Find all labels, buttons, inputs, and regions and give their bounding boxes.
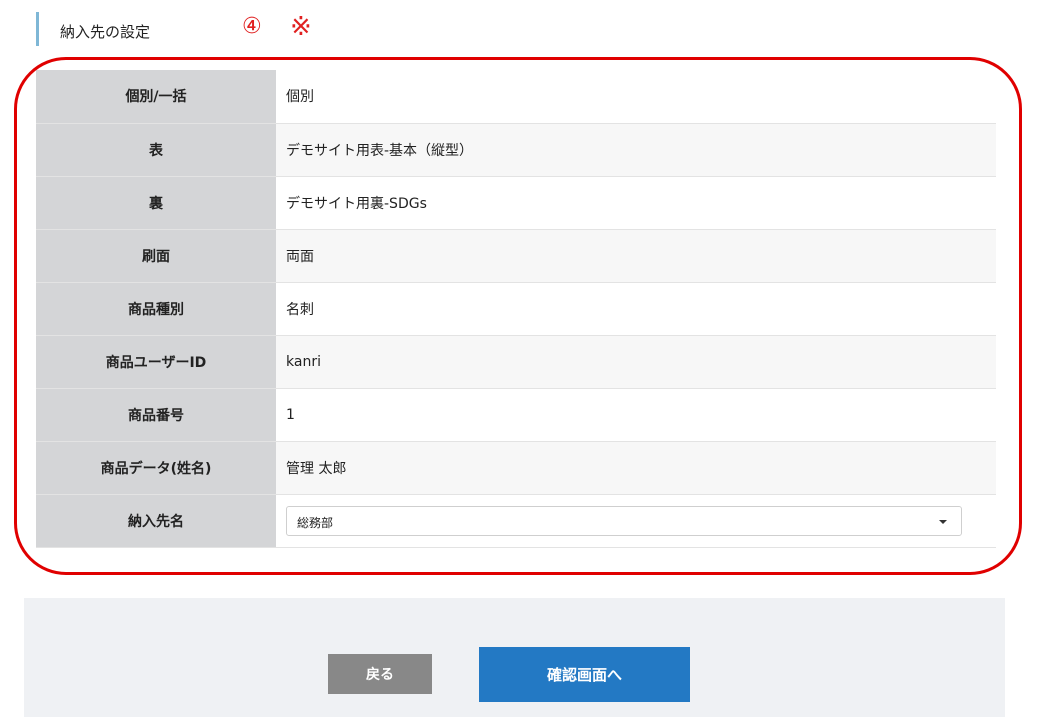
row-label-product-data-name: 商品データ(姓名) bbox=[36, 441, 276, 495]
row-label-print-side: 刷面 bbox=[36, 229, 276, 283]
table-row: 商品種別 名刺 bbox=[36, 282, 996, 336]
row-value-individual-bulk: 個別 bbox=[276, 70, 996, 124]
row-value-front: デモサイト用表-基本（縦型） bbox=[276, 123, 996, 177]
row-value-destination: 総務部 bbox=[276, 494, 996, 548]
section-title: 納入先の設定 bbox=[60, 23, 151, 41]
annotation-mark: ※ bbox=[290, 12, 312, 42]
confirm-button[interactable]: 確認画面へ bbox=[479, 647, 690, 702]
row-label-product-type: 商品種別 bbox=[36, 282, 276, 336]
annotation-number: ④ bbox=[242, 14, 262, 39]
row-value-product-user-id: kanri bbox=[276, 335, 996, 389]
table-row: 商品ユーザーID kanri bbox=[36, 335, 996, 389]
section-header: 納入先の設定 ④ ※ bbox=[36, 10, 436, 46]
table-row: 商品データ(姓名) 管理 太郎 bbox=[36, 441, 996, 495]
row-label-product-number: 商品番号 bbox=[36, 388, 276, 442]
row-value-product-data-name: 管理 太郎 bbox=[276, 441, 996, 495]
table-row: 裏 デモサイト用裏-SDGs bbox=[36, 176, 996, 230]
table-row: 表 デモサイト用表-基本（縦型） bbox=[36, 123, 996, 177]
row-value-product-type: 名刺 bbox=[276, 282, 996, 336]
row-label-front: 表 bbox=[36, 123, 276, 177]
destination-select-value: 総務部 bbox=[297, 515, 334, 530]
table-row: 商品番号 1 bbox=[36, 388, 996, 442]
table-row: 個別/一括 個別 bbox=[36, 70, 996, 124]
destination-select[interactable]: 総務部 bbox=[286, 505, 962, 536]
row-label-back: 裏 bbox=[36, 176, 276, 230]
footer-action-bar: 戻る 確認画面へ bbox=[24, 598, 1005, 717]
row-value-print-side: 両面 bbox=[276, 229, 996, 283]
row-label-individual-bulk: 個別/一括 bbox=[36, 70, 276, 124]
chevron-down-icon bbox=[939, 519, 947, 524]
row-value-product-number: 1 bbox=[276, 388, 996, 442]
table-row: 納入先名 総務部 bbox=[36, 494, 996, 548]
settings-table: 個別/一括 個別 表 デモサイト用表-基本（縦型） 裏 デモサイト用裏-SDGs… bbox=[36, 70, 996, 548]
back-button[interactable]: 戻る bbox=[328, 654, 432, 694]
row-label-product-user-id: 商品ユーザーID bbox=[36, 335, 276, 389]
table-row: 刷面 両面 bbox=[36, 229, 996, 283]
row-label-destination: 納入先名 bbox=[36, 494, 276, 548]
row-value-back: デモサイト用裏-SDGs bbox=[276, 176, 996, 230]
section-accent-bar bbox=[36, 12, 39, 46]
